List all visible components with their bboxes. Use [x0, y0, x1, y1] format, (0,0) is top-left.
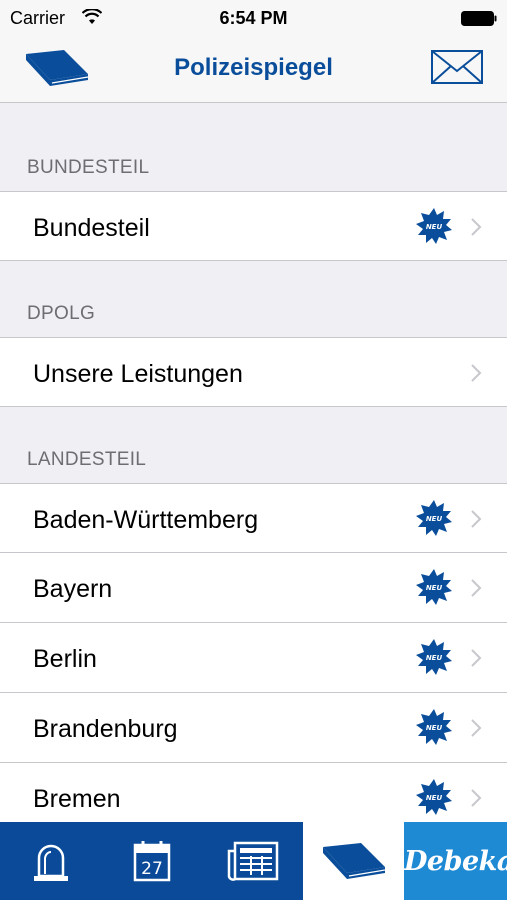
new-badge-icon: NEU — [416, 208, 452, 244]
book-icon — [322, 843, 385, 879]
svg-text:NEU: NEU — [426, 724, 443, 732]
svg-text:NEU: NEU — [426, 654, 443, 662]
tab-newspaper[interactable] — [202, 822, 303, 900]
list-item-bundesteil[interactable]: Bundesteil NEU — [0, 191, 507, 261]
section-header: BUNDESTEIL — [0, 104, 507, 191]
list-item-baden-wuerttemberg[interactable]: Baden-Württemberg NEU — [0, 483, 507, 553]
section-header: DPOLG — [0, 261, 507, 337]
list-item-label: Bundesteil — [33, 214, 150, 242]
siren-icon — [33, 844, 68, 881]
list-item-berlin[interactable]: Berlin NEU — [0, 623, 507, 693]
list-item-brandenburg[interactable]: Brandenburg NEU — [0, 693, 507, 763]
tab-debeka[interactable]: Debeka — [404, 822, 507, 900]
chevron-right-icon — [471, 579, 482, 597]
list-item-bayern[interactable]: Bayern NEU — [0, 553, 507, 623]
new-badge-icon: NEU — [416, 639, 452, 675]
new-badge-icon: NEU — [416, 569, 452, 605]
chevron-right-icon — [471, 789, 482, 807]
list-item-label: Bayern — [33, 575, 113, 603]
list-item-label: Brandenburg — [33, 715, 178, 743]
svg-text:NEU: NEU — [426, 515, 443, 523]
battery-icon — [461, 11, 497, 26]
list-item-label: Bremen — [33, 785, 121, 813]
section-header-label: BUNDESTEIL — [27, 157, 150, 178]
calendar-icon: 27 — [133, 841, 170, 882]
new-badge-icon: NEU — [416, 500, 452, 536]
status-bar: Carrier 6:54 PM — [0, 0, 507, 36]
list-item-label: Berlin — [33, 645, 97, 673]
section-header: LANDESTEIL — [0, 407, 507, 483]
chevron-right-icon — [471, 510, 482, 528]
list-item-unsere-leistungen[interactable]: Unsere Leistungen — [0, 337, 507, 407]
list-item-bremen[interactable]: Bremen NEU — [0, 763, 507, 822]
list-item-label: Baden-Württemberg — [33, 506, 259, 534]
tab-siren[interactable] — [0, 822, 101, 900]
svg-text:NEU: NEU — [426, 584, 443, 592]
navigation-bar: Polizeispiegel — [0, 36, 507, 103]
chevron-right-icon — [471, 719, 482, 737]
newspaper-icon — [227, 841, 278, 881]
svg-text:NEU: NEU — [426, 223, 443, 231]
chevron-right-icon — [471, 364, 482, 382]
tab-calendar[interactable]: 27 — [101, 822, 202, 900]
svg-text:NEU: NEU — [426, 794, 443, 802]
new-badge-icon: NEU — [416, 779, 452, 815]
chevron-right-icon — [471, 218, 482, 236]
section-header-label: LANDESTEIL — [27, 449, 147, 470]
chevron-right-icon — [471, 649, 482, 667]
svg-text:27: 27 — [141, 859, 163, 879]
list-item-label: Unsere Leistungen — [33, 360, 243, 388]
section-header-label: DPOLG — [27, 303, 96, 324]
new-badge-icon: NEU — [416, 709, 452, 745]
mail-icon[interactable] — [431, 50, 483, 84]
clock: 6:54 PM — [219, 8, 288, 28]
tab-bar: 27 Debeka — [0, 822, 507, 900]
debeka-logo: Debeka — [404, 846, 507, 877]
table-view[interactable]: BUNDESTEIL Bundesteil NEU DPOLG Unsere L… — [0, 104, 507, 822]
tab-polizeispiegel[interactable] — [303, 822, 404, 900]
